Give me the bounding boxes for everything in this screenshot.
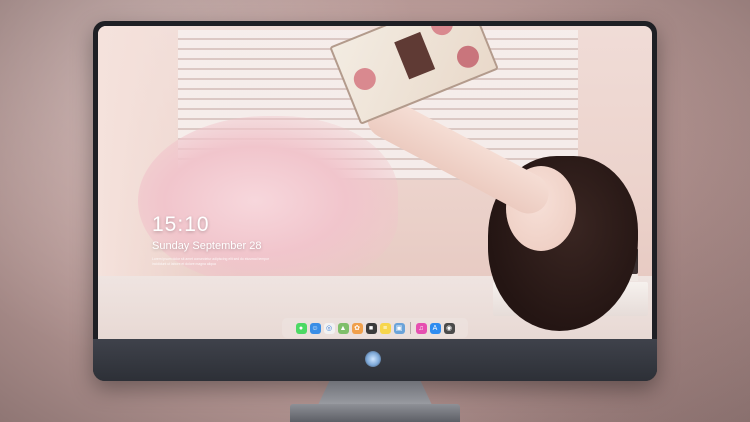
camera-icon[interactable]: ◉ <box>443 322 455 334</box>
notes-icon[interactable]: ≡ <box>379 322 391 334</box>
photos-icon[interactable]: ✿ <box>351 322 363 334</box>
finder-icon[interactable]: ☺ <box>309 322 321 334</box>
app-store-icon[interactable]: A <box>429 322 441 334</box>
itunes-icon[interactable]: ♫ <box>415 322 427 334</box>
desktop-screen: 15:10 Sunday September 28 Lorem ipsum do… <box>98 26 652 339</box>
lockscreen-date: Sunday September 28 <box>152 240 262 252</box>
monitor: 15:10 Sunday September 28 Lorem ipsum do… <box>93 21 657 381</box>
dock: ● ☺ ◎ ▲ ✿ ■ ≡ ▣ ♫ A ◉ <box>282 318 468 338</box>
maps-icon[interactable]: ▲ <box>337 322 349 334</box>
monitor-stand-neck <box>318 381 432 405</box>
preview-icon[interactable]: ▣ <box>393 322 405 334</box>
messages-icon[interactable]: ● <box>295 322 307 334</box>
monitor-stand-base <box>290 404 460 422</box>
clapper-icon[interactable]: ■ <box>365 322 377 334</box>
lockscreen-clock: 15:10 <box>152 213 210 236</box>
dock-separator <box>409 322 411 334</box>
monitor-logo-icon <box>365 351 381 367</box>
lockscreen-subtext: Lorem ipsum dolor sit amet consectetur a… <box>152 257 270 266</box>
safari-icon[interactable]: ◎ <box>323 322 335 334</box>
